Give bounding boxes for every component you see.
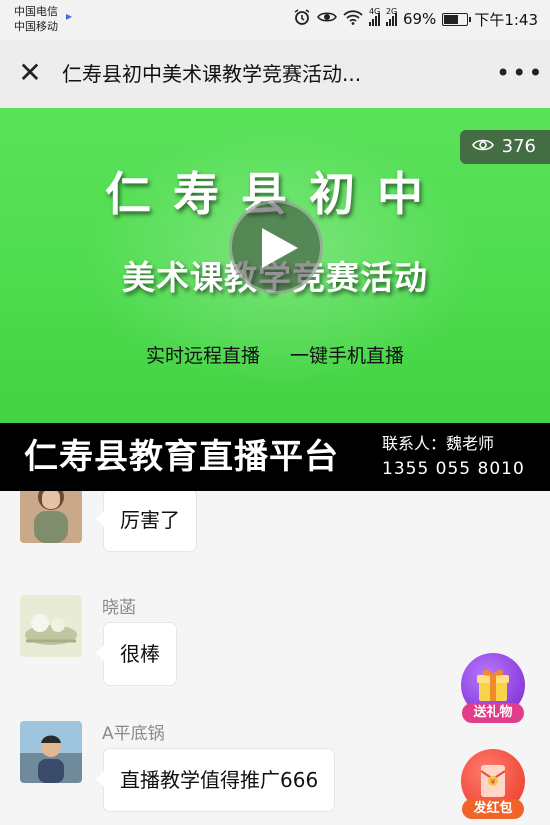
platform-name: 仁寿县教育直播平台 [24, 437, 339, 477]
play-icon [262, 228, 298, 268]
avatar[interactable] [20, 595, 82, 657]
battery-icon [442, 12, 472, 26]
signal-2-label: 2G [385, 7, 398, 16]
slogan-right: 一键手机直播 [290, 345, 405, 367]
page-title: 仁寿县初中美术课教学竞赛活动... [62, 62, 362, 86]
status-indicators: 4G 2G 69% 下午1:43 [293, 7, 538, 30]
live-video-player[interactable]: 仁寿县初中 美术课教学竞赛活动 实时远程直播 一键手机直播 376 [0, 108, 550, 423]
chat-bubble: 厉害了 [96, 491, 196, 551]
battery-percent: 69% [402, 10, 437, 28]
contact-person: 联系人：魏老师 [382, 434, 495, 453]
signal-icon-2: 2G [385, 7, 397, 26]
eye-icon [471, 130, 494, 164]
live-room-page: 中国电信 中国移动 ▸ 4G 2G 69% 下午1:43 ✕ 仁寿县初中美术课教… [0, 0, 550, 825]
carrier-label-1: 中国电信 [14, 5, 58, 18]
chat-bubble: 直播教学值得推广666 [95, 749, 335, 811]
alarm-icon [293, 8, 311, 30]
play-button[interactable] [229, 200, 323, 294]
gift-label: 送礼物 [462, 703, 524, 723]
eye-comfort-icon [317, 10, 337, 28]
status-bar: 中国电信 中国移动 ▸ 4G 2G 69% 下午1:43 [0, 0, 550, 40]
svg-text:¥: ¥ [491, 778, 496, 786]
send-gift-button[interactable]: 送礼物 [460, 653, 526, 723]
avatar[interactable] [20, 721, 82, 783]
clock: 下午1:43 [474, 10, 538, 29]
view-count-badge: 376 [459, 130, 550, 164]
close-icon[interactable]: ✕ [14, 57, 46, 89]
battery-level [444, 14, 459, 24]
contact-phone: 1355 055 8010 [382, 459, 525, 479]
chat-username: 晓菡 [102, 598, 136, 618]
nav-bar: ✕ 仁寿县初中美术课教学竞赛活动... ••• [0, 40, 550, 106]
view-count: 376 [501, 136, 536, 157]
platform-strip: 仁寿县教育直播平台 联系人：魏老师 1355 055 8010 [0, 423, 550, 491]
chat-bubble: 很棒 [96, 623, 176, 685]
slogan-left: 实时远程直播 [145, 345, 260, 367]
wifi-icon [343, 9, 363, 29]
signal-icon-1: 4G [368, 7, 380, 26]
carrier-info: 中国电信 中国移动 [14, 4, 58, 34]
banner-slogan: 实时远程直播 一键手机直播 [0, 341, 550, 368]
signal-1-label: 4G [368, 7, 381, 16]
notification-icon: ▸ [66, 9, 73, 23]
red-packet-label: 发红包 [462, 799, 524, 819]
chat-username: A平底锅 [102, 724, 165, 744]
carrier-label-2: 中国移动 [14, 20, 58, 33]
avatar[interactable] [20, 491, 82, 543]
red-packet-button[interactable]: ¥ 发红包 [460, 749, 526, 819]
more-icon[interactable]: ••• [496, 57, 542, 89]
chat-list[interactable]: 厉害了 晓菡 很棒 A平底锅 直播教学值得推广666 送礼物 ¥ 发红包 [0, 491, 550, 825]
